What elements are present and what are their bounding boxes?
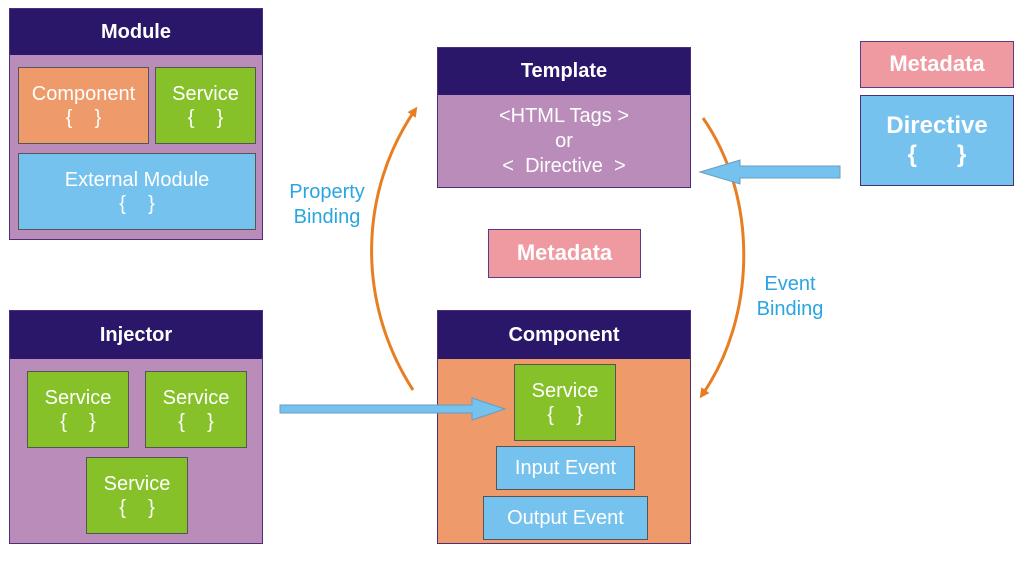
braces: { } [187, 106, 224, 129]
external-module-box: External Module { } [18, 153, 256, 230]
property-binding-line: Binding [293, 206, 361, 228]
directive-box: Directive { } [860, 95, 1014, 186]
module-title: Module [10, 9, 262, 55]
module-component-label: Component [31, 82, 136, 105]
braces: { } [119, 192, 155, 215]
metadata-box-center: Metadata [488, 229, 641, 278]
directive-label: Directive [886, 111, 988, 139]
braces: { } [65, 106, 102, 129]
event-binding-line: Event [764, 273, 816, 295]
component-title: Component [438, 311, 690, 359]
template-line: <HTML Tags > [498, 104, 630, 127]
external-module-label: External Module [64, 168, 210, 191]
injector-title: Injector [10, 311, 262, 359]
braces: { } [547, 403, 583, 426]
component-panel: Component Service { } Input Event Output… [437, 310, 691, 544]
template-line: or [555, 129, 573, 152]
injector-service-box: Service { } [145, 371, 247, 448]
directive-to-template-arrow [698, 159, 841, 185]
event-binding-arrow [699, 117, 746, 399]
component-service-box: Service { } [514, 364, 616, 441]
event-binding-line: Binding [756, 298, 824, 320]
braces: { } [178, 410, 214, 433]
property-binding-label: Property Binding [272, 180, 382, 230]
metadata-label: Metadata [889, 51, 985, 77]
service-label: Service [531, 379, 599, 402]
service-label: Service [103, 472, 171, 495]
property-binding-line: Property [289, 181, 365, 203]
metadata-label: Metadata [516, 240, 613, 266]
module-panel: Module Component { } Service { } Externa… [9, 8, 263, 240]
braces: { } [907, 140, 967, 168]
injector-service-box: Service { } [86, 457, 188, 534]
template-line: < Directive > [502, 154, 626, 177]
template-body: <HTML Tags > or < Directive > [438, 95, 690, 187]
braces: { } [119, 496, 155, 519]
event-binding-label: Event Binding [740, 272, 840, 322]
template-panel: Template <HTML Tags > or < Directive > [437, 47, 691, 188]
metadata-box-right: Metadata [860, 41, 1014, 88]
output-event-box: Output Event [483, 496, 648, 540]
service-label: Service [162, 386, 230, 409]
service-label: Service [44, 386, 112, 409]
module-service-label: Service [172, 82, 239, 105]
injector-service-box: Service { } [27, 371, 129, 448]
injector-panel: Injector Service { } Service { } Service… [9, 310, 263, 544]
braces: { } [60, 410, 96, 433]
output-event-label: Output Event [507, 507, 624, 529]
template-title: Template [438, 48, 690, 95]
module-component-box: Component { } [18, 67, 149, 144]
module-service-box: Service { } [155, 67, 256, 144]
input-event-box: Input Event [496, 446, 635, 490]
input-event-label: Input Event [514, 457, 617, 479]
property-binding-arrow [370, 106, 418, 391]
